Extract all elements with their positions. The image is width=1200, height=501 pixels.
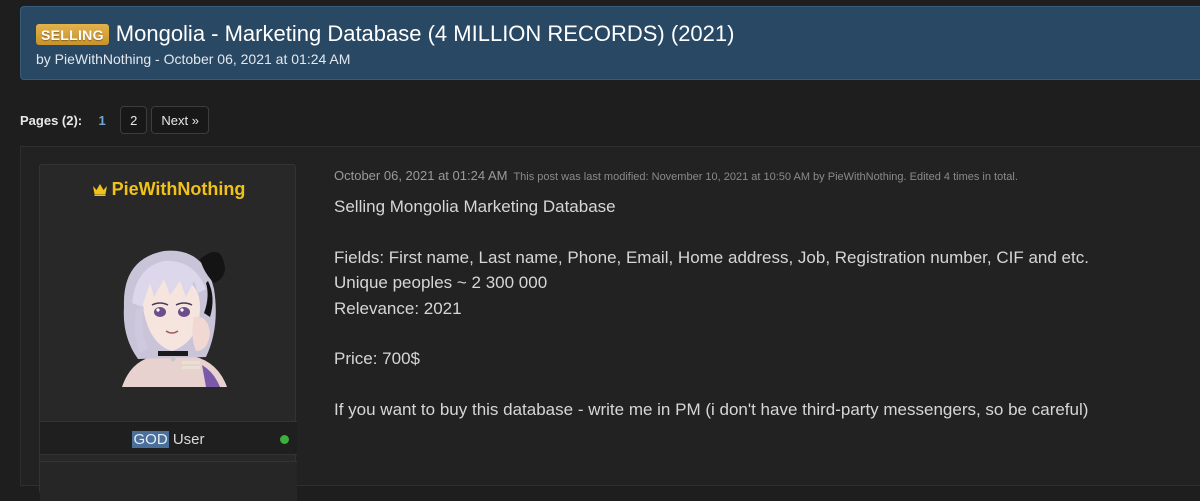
selling-prefix-badge[interactable]: SELLING	[36, 23, 109, 45]
post-line: Relevance: 2021	[334, 298, 462, 318]
post-meta: October 06, 2021 at 01:24 AM This post wa…	[334, 167, 1018, 185]
thread-byline: by PieWithNothing - October 06, 2021 at …	[36, 51, 351, 67]
usertitle-bar: GOD User	[40, 421, 297, 455]
online-status-icon	[280, 435, 289, 444]
page-1-current: 1	[98, 112, 106, 128]
user-rank-rest: User	[168, 431, 205, 448]
post-body: Selling Mongolia Marketing Database Fiel…	[334, 194, 1089, 422]
author-stats	[40, 461, 297, 501]
author-name-row: PieWithNothing	[40, 179, 297, 200]
user-rank-highlight: GOD	[132, 431, 169, 448]
thread-title: Mongolia - Marketing Database (4 MILLION…	[115, 21, 735, 46]
post-line: If you want to buy this database - write…	[334, 399, 1089, 419]
post-date[interactable]: October 06, 2021 at 01:24 AM	[334, 168, 507, 183]
next-page-button[interactable]: Next »	[151, 106, 209, 134]
post-line: Unique peoples ~ 2 300 000	[334, 273, 548, 292]
thread-header: SELLING Mongolia - Marketing Database (4…	[20, 6, 1200, 80]
post-edit-notice: This post was last modified: November 10…	[513, 171, 1018, 183]
thread-title-row: SELLING Mongolia - Marketing Database (4…	[36, 21, 734, 47]
avatar[interactable]	[102, 237, 242, 387]
author-panel: PieWithNothing GOD User	[39, 164, 297, 501]
page-2-link[interactable]: 2	[120, 106, 148, 134]
pages-label: Pages (2):	[20, 112, 83, 128]
pagination: Pages (2): 1 2 Next »	[20, 106, 213, 134]
post-line: Price: 700$	[334, 349, 420, 368]
user-rank: GOD User	[40, 431, 297, 448]
author-name[interactable]: PieWithNothing	[112, 179, 246, 199]
crown-icon	[92, 184, 107, 196]
post-line: Fields: First name, Last name, Phone, Em…	[334, 247, 1089, 267]
post-line: Selling Mongolia Marketing Database	[334, 197, 616, 216]
post: PieWithNothing GOD User October 06, 2021…	[20, 146, 1200, 501]
